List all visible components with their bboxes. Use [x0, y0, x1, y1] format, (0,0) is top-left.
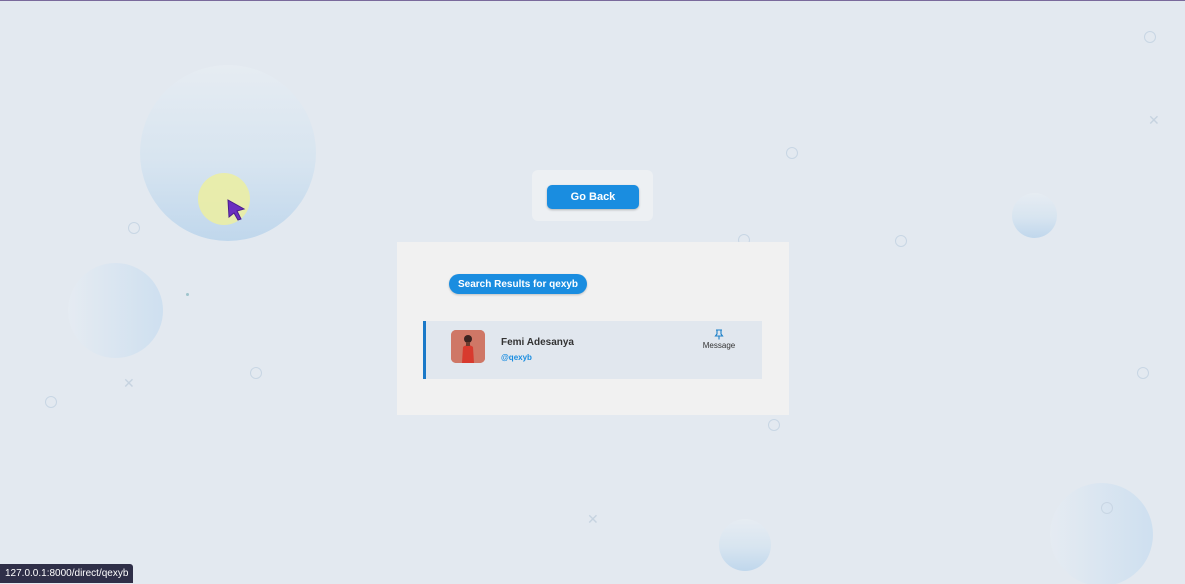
user-name[interactable]: Femi Adesanya	[501, 337, 574, 348]
background-ring	[786, 147, 798, 159]
search-results-title: Search Results for qexyb	[449, 274, 588, 294]
message-label: Message	[702, 341, 736, 350]
go-back-card: Go Back	[532, 170, 653, 221]
background-bubble	[68, 263, 163, 358]
mouse-cursor-icon	[227, 199, 246, 221]
user-photo-icon	[451, 330, 485, 363]
background-ring	[250, 367, 262, 379]
background-cross: ✕	[123, 376, 135, 392]
background-ring	[1144, 31, 1156, 43]
background-bubble	[719, 519, 771, 571]
message-button[interactable]: Message	[699, 329, 739, 350]
background-ring	[895, 235, 907, 247]
background-ring	[128, 222, 140, 234]
background-ring	[45, 396, 57, 408]
go-back-button[interactable]: Go Back	[547, 185, 639, 209]
background-ring	[1137, 367, 1149, 379]
background-bubble	[1050, 483, 1153, 584]
user-handle[interactable]: @qexyb	[501, 353, 532, 362]
background-bubble	[1012, 193, 1057, 238]
background-ring	[768, 419, 780, 431]
background-cross: ✕	[587, 512, 599, 528]
status-bar-url: 127.0.0.1:8000/direct/qexyb	[0, 564, 134, 583]
search-results-panel: Search Results for qexyb Femi Adesanya @…	[397, 242, 789, 415]
search-result-row[interactable]: Femi Adesanya @qexyb Message	[423, 321, 762, 379]
background-ring	[1101, 502, 1113, 514]
background-cross: ✕	[1148, 113, 1160, 129]
background-dot	[186, 293, 189, 296]
avatar[interactable]	[451, 330, 485, 363]
pin-icon	[714, 329, 724, 340]
